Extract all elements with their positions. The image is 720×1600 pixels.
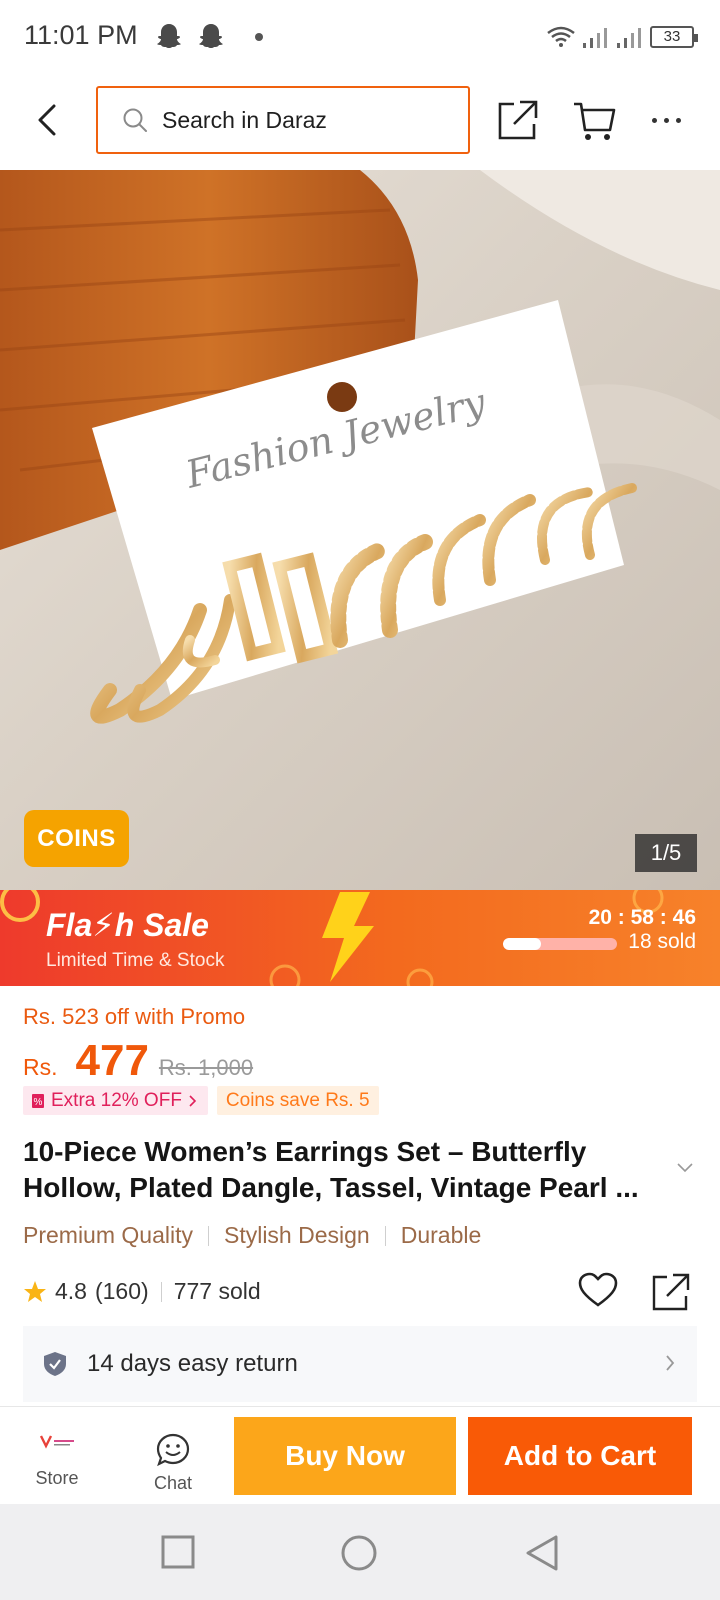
- chevron-right-icon: [666, 1355, 675, 1371]
- highlight-item: Premium Quality: [23, 1222, 193, 1248]
- flash-sale-timer: 20 : 58 : 46: [588, 906, 696, 929]
- chat-label: Chat: [153, 1473, 193, 1493]
- flash-sale-subtitle: Limited Time & Stock: [46, 950, 225, 971]
- battery-icon: 33: [650, 26, 698, 48]
- flash-sale-sold: 18 sold: [628, 930, 696, 953]
- share-icon[interactable]: [496, 98, 540, 142]
- status-time: 11:01 PM: [24, 20, 138, 50]
- buy-now-button[interactable]: Buy Now: [234, 1417, 456, 1495]
- divider: [160, 1281, 162, 1302]
- home-icon[interactable]: [340, 1534, 378, 1572]
- voucher-icon: %: [32, 1093, 44, 1108]
- top-nav: Search in Daraz: [0, 72, 720, 170]
- bottom-action-bar: Store Chat Buy Now Add to Cart: [0, 1406, 720, 1504]
- image-page-indicator: 1/5: [635, 834, 697, 872]
- price-value: 477: [75, 1036, 149, 1085]
- back-icon[interactable]: [524, 1534, 560, 1572]
- svg-text:%: %: [34, 1097, 43, 1108]
- search-input[interactable]: Search in Daraz: [96, 86, 470, 154]
- rating-count: (160): [94, 1278, 149, 1304]
- product-title: 10-Piece Women’s Earrings Set – Butterfl…: [23, 1136, 639, 1203]
- product-image[interactable]: Fashion Jewelry: [0, 170, 720, 890]
- earrings-photo: Fashion Jewelry: [0, 170, 720, 890]
- more-options-icon[interactable]: [652, 108, 692, 132]
- flash-sale-title: Fla⚡h Sale: [46, 907, 209, 943]
- return-policy-row[interactable]: 14 days easy return: [23, 1326, 697, 1402]
- chat-button[interactable]: Chat: [148, 1433, 198, 1494]
- chevron-right-icon: [189, 1094, 197, 1107]
- recent-apps-icon[interactable]: [160, 1534, 196, 1570]
- snapchat-ghost-icon: [157, 24, 181, 48]
- status-bar: 11:01 PM 33: [0, 0, 720, 72]
- chat-icon: [156, 1433, 190, 1467]
- highlight-item: Stylish Design: [223, 1222, 370, 1248]
- status-right-group: 33: [546, 22, 698, 52]
- add-to-cart-button[interactable]: Add to Cart: [468, 1417, 692, 1495]
- original-price: Rs. 1,000: [158, 1055, 254, 1080]
- wifi-icon: [547, 26, 575, 47]
- extra-discount-label: Extra 12% OFF: [51, 1089, 182, 1111]
- coins-badge: COINS: [24, 810, 129, 867]
- highlight-item: Durable: [400, 1222, 482, 1248]
- sold-count: 777 sold: [173, 1278, 261, 1304]
- return-policy-text: 14 days easy return: [87, 1350, 298, 1377]
- divider: [207, 1225, 209, 1246]
- signal-icon: [617, 28, 641, 48]
- rating-score: 4.8: [55, 1278, 87, 1304]
- flash-sale-progress-fill: [503, 938, 541, 950]
- flash-sale-banner[interactable]: Fla⚡h Sale Limited Time & Stock 20 : 58 …: [0, 890, 720, 986]
- search-icon: [123, 108, 147, 132]
- back-arrow-icon[interactable]: [28, 98, 68, 142]
- search-placeholder: Search in Daraz: [162, 106, 327, 133]
- store-button[interactable]: Store: [30, 1433, 84, 1489]
- product-highlights: Premium Quality Stylish Design Durable: [23, 1222, 481, 1249]
- cart-icon[interactable]: [572, 98, 618, 144]
- store-label: Store: [35, 1468, 79, 1488]
- shield-check-icon: [44, 1352, 66, 1376]
- price-currency: Rs.: [23, 1054, 58, 1080]
- star-icon: [24, 1280, 46, 1302]
- promo-chips: % Extra 12% OFF Coins save Rs. 5: [23, 1086, 379, 1115]
- system-navigation-bar: [0, 1504, 720, 1600]
- promo-text: Rs. 523 off with Promo: [23, 1004, 246, 1029]
- lightning-bolt-icon: [322, 892, 374, 982]
- extra-discount-chip[interactable]: % Extra 12% OFF: [23, 1086, 208, 1115]
- flash-sale-progress: [503, 938, 617, 950]
- price-row: Rs. 477 Rs. 1,000: [23, 1036, 253, 1086]
- signal-icon: [583, 28, 607, 48]
- rating-row[interactable]: 4.8 (160) 777 sold: [23, 1278, 261, 1305]
- coins-save-chip: Coins save Rs. 5: [216, 1086, 379, 1115]
- snapchat-ghost-icon: [199, 24, 223, 48]
- chevron-down-icon[interactable]: [677, 1163, 693, 1173]
- notification-dot: [255, 33, 263, 41]
- store-logo-icon: [39, 1435, 74, 1449]
- divider: [384, 1225, 386, 1246]
- share-icon[interactable]: [651, 1272, 691, 1312]
- heart-icon[interactable]: [578, 1272, 618, 1308]
